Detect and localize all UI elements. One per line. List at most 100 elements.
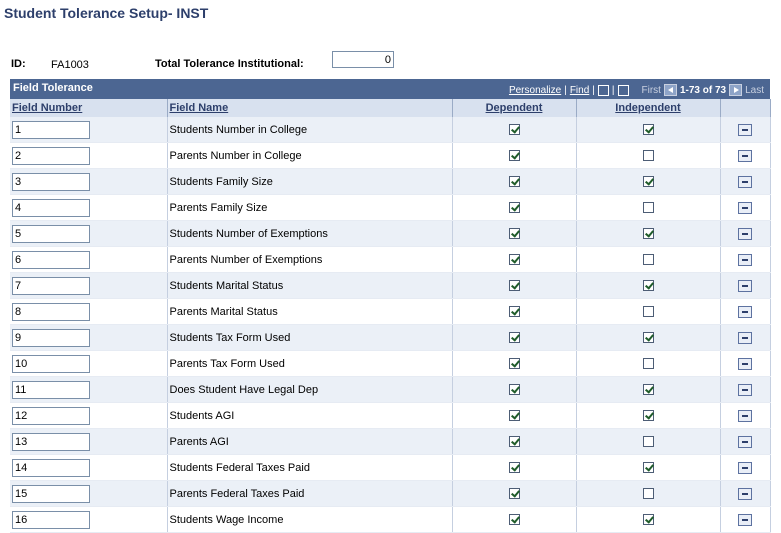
independent-checkbox[interactable] [642, 202, 654, 214]
field-name-cell: Students Number in College [167, 117, 453, 143]
independent-checkbox[interactable] [642, 410, 654, 422]
dependent-checkbox[interactable] [508, 488, 520, 500]
independent-checkbox[interactable] [642, 384, 654, 396]
delete-row-icon[interactable] [738, 253, 752, 266]
previous-arrow-icon[interactable] [663, 84, 677, 96]
independent-checkbox[interactable] [642, 228, 654, 240]
field-name-cell: Parents Family Size [167, 194, 453, 221]
field-number-input[interactable] [12, 120, 90, 139]
delete-row-icon[interactable] [738, 435, 752, 448]
download-grid-icon[interactable] [617, 84, 629, 96]
delete-row-icon[interactable] [738, 227, 752, 240]
dependent-checkbox[interactable] [508, 384, 520, 396]
field-number-input[interactable] [12, 276, 90, 295]
row-range: 1-73 of 73 [679, 84, 727, 96]
independent-checkbox[interactable] [642, 280, 654, 292]
delete-row-icon[interactable] [738, 331, 752, 344]
field-name-cell: Does Student Have Legal Dep [167, 376, 453, 403]
independent-checkbox[interactable] [642, 332, 654, 344]
field-number-input[interactable] [12, 458, 90, 477]
table-row: Parents Number in College [10, 142, 771, 169]
dependent-checkbox[interactable] [508, 150, 520, 162]
grid-navigation: Personalize | Find | | First 1-73 of 73 … [508, 84, 764, 96]
field-number-input[interactable] [12, 172, 90, 191]
table-row: Students Number of Exemptions [10, 220, 771, 247]
table-row: Does Student Have Legal Dep [10, 376, 771, 403]
column-header-dependent[interactable]: Dependent [452, 99, 577, 117]
delete-row-icon[interactable] [738, 175, 752, 188]
delete-row-icon[interactable] [738, 461, 752, 474]
field-number-input[interactable] [12, 380, 90, 399]
independent-checkbox[interactable] [642, 254, 654, 266]
dependent-checkbox[interactable] [508, 462, 520, 474]
field-number-input[interactable] [12, 224, 90, 243]
dependent-checkbox[interactable] [508, 124, 520, 136]
field-number-input[interactable] [12, 406, 90, 425]
field-number-input[interactable] [12, 432, 90, 451]
field-tolerance-table: Field Number Field Name Dependent Indepe… [10, 99, 771, 533]
table-row: Students Federal Taxes Paid [10, 454, 771, 481]
field-name-cell: Parents Federal Taxes Paid [167, 480, 453, 507]
field-name-cell: Parents Number in College [167, 142, 453, 169]
independent-checkbox[interactable] [642, 124, 654, 136]
independent-checkbox[interactable] [642, 176, 654, 188]
field-name-cell: Parents Number of Exemptions [167, 246, 453, 273]
dependent-checkbox[interactable] [508, 280, 520, 292]
personalize-link[interactable]: Personalize [509, 85, 561, 96]
independent-checkbox[interactable] [642, 436, 654, 448]
delete-row-icon[interactable] [738, 357, 752, 370]
dependent-checkbox[interactable] [508, 202, 520, 214]
dependent-checkbox[interactable] [508, 436, 520, 448]
total-tolerance-input[interactable] [332, 51, 394, 68]
view-all-icon[interactable] [597, 84, 609, 96]
dependent-checkbox[interactable] [508, 176, 520, 188]
dependent-checkbox[interactable] [508, 254, 520, 266]
delete-row-icon[interactable] [738, 279, 752, 292]
field-number-input[interactable] [12, 328, 90, 347]
delete-row-icon[interactable] [738, 149, 752, 162]
field-name-cell: Students Family Size [167, 168, 453, 195]
column-header-field-name[interactable]: Field Name [167, 99, 453, 117]
field-number-input[interactable] [12, 302, 90, 321]
next-arrow-icon[interactable] [729, 84, 743, 96]
field-name-cell: Parents AGI [167, 428, 453, 455]
dependent-checkbox[interactable] [508, 514, 520, 526]
first-label: First [641, 84, 661, 96]
total-tolerance-label: Total Tolerance Institutional: [155, 58, 304, 70]
delete-row-icon[interactable] [738, 201, 752, 214]
independent-checkbox[interactable] [642, 462, 654, 474]
field-number-input[interactable] [12, 198, 90, 217]
dependent-checkbox[interactable] [508, 410, 520, 422]
grid-title-bar: Field Tolerance Personalize | Find | | F… [10, 79, 770, 99]
field-number-input[interactable] [12, 484, 90, 503]
delete-row-icon[interactable] [738, 513, 752, 526]
find-link[interactable]: Find [570, 85, 589, 96]
table-row: Students AGI [10, 402, 771, 429]
independent-checkbox[interactable] [642, 150, 654, 162]
field-number-input[interactable] [12, 250, 90, 269]
delete-row-icon[interactable] [738, 305, 752, 318]
dependent-checkbox[interactable] [508, 358, 520, 370]
field-number-input[interactable] [12, 510, 90, 529]
delete-row-icon[interactable] [738, 123, 752, 136]
table-row: Students Number in College [10, 117, 771, 143]
dependent-checkbox[interactable] [508, 306, 520, 318]
independent-checkbox[interactable] [642, 514, 654, 526]
column-header-field-number[interactable]: Field Number [10, 99, 168, 117]
delete-row-icon[interactable] [738, 487, 752, 500]
dependent-checkbox[interactable] [508, 332, 520, 344]
id-value: FA1003 [51, 59, 89, 71]
independent-checkbox[interactable] [642, 306, 654, 318]
independent-checkbox[interactable] [642, 358, 654, 370]
delete-row-icon[interactable] [738, 409, 752, 422]
independent-checkbox[interactable] [642, 488, 654, 500]
field-number-input[interactable] [12, 146, 90, 165]
field-number-input[interactable] [12, 354, 90, 373]
dependent-checkbox[interactable] [508, 228, 520, 240]
grid-title: Field Tolerance [13, 82, 93, 94]
delete-row-icon[interactable] [738, 383, 752, 396]
field-tolerance-grid: Field Tolerance Personalize | Find | | F… [10, 79, 771, 533]
table-row: Students Tax Form Used [10, 324, 771, 351]
column-header-independent[interactable]: Independent [576, 99, 721, 117]
table-row: Students Wage Income [10, 506, 771, 533]
